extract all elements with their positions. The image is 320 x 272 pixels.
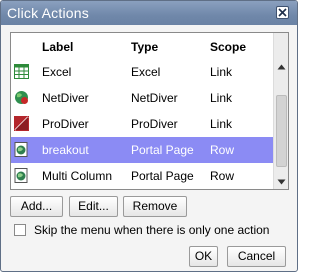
add-button[interactable]: Add... — [10, 196, 63, 217]
row-label: NetDiver — [42, 91, 89, 105]
excel-icon — [14, 64, 29, 79]
dialog-title: Click Actions — [7, 5, 89, 21]
table-row[interactable]: Multi Column Portal Page Row — [11, 163, 273, 189]
column-header-type[interactable]: Type — [131, 40, 158, 54]
scroll-down-arrow-icon[interactable] — [277, 179, 286, 185]
title-bar[interactable]: Click Actions — [1, 1, 297, 25]
row-label: Multi Column — [42, 169, 113, 183]
column-header-scope[interactable]: Scope — [210, 40, 246, 54]
table-row[interactable]: Excel Excel Link — [11, 59, 273, 85]
portal-page-icon — [14, 168, 28, 183]
ok-button[interactable]: OK — [189, 246, 218, 267]
row-scope: Link — [210, 91, 233, 105]
row-scope: Link — [210, 117, 233, 131]
table-row[interactable]: NetDiver NetDiver Link — [11, 85, 273, 111]
row-type: Excel — [131, 65, 161, 79]
click-actions-dialog: Click Actions Label Type Scope Excel Exc… — [0, 0, 298, 272]
cancel-button[interactable]: Cancel — [227, 246, 286, 267]
actions-list[interactable]: Label Type Scope Excel Excel Link NetDiv… — [10, 32, 289, 190]
row-scope: Row — [210, 143, 235, 157]
close-icon — [278, 8, 287, 17]
row-scope: Row — [210, 169, 235, 183]
netdiver-icon — [15, 91, 28, 104]
table-row[interactable]: ProDiver ProDiver Link — [11, 111, 273, 137]
row-type: NetDiver — [131, 91, 178, 105]
row-label: Excel — [42, 65, 72, 79]
row-type: ProDiver — [131, 117, 178, 131]
row-type: Portal Page — [131, 143, 194, 157]
row-label: breakout — [42, 143, 89, 157]
row-scope: Link — [210, 65, 233, 79]
vertical-scrollbar[interactable] — [273, 33, 288, 189]
scroll-up-arrow-icon[interactable] — [277, 64, 286, 70]
skip-menu-checkbox[interactable] — [14, 224, 26, 236]
list-header: Label Type Scope — [11, 33, 273, 59]
remove-button[interactable]: Remove — [123, 196, 187, 217]
portal-page-icon — [14, 142, 28, 157]
scrollbar-thumb[interactable] — [276, 95, 287, 167]
row-type: Portal Page — [131, 169, 194, 183]
prodiver-icon — [14, 116, 29, 131]
edit-button[interactable]: Edit... — [69, 196, 118, 217]
close-button[interactable] — [276, 6, 289, 19]
skip-menu-label[interactable]: Skip the menu when there is only one act… — [34, 223, 269, 237]
table-row-selected[interactable]: breakout Portal Page Row — [11, 137, 273, 163]
row-label: ProDiver — [42, 117, 89, 131]
column-header-label[interactable]: Label — [42, 40, 73, 54]
